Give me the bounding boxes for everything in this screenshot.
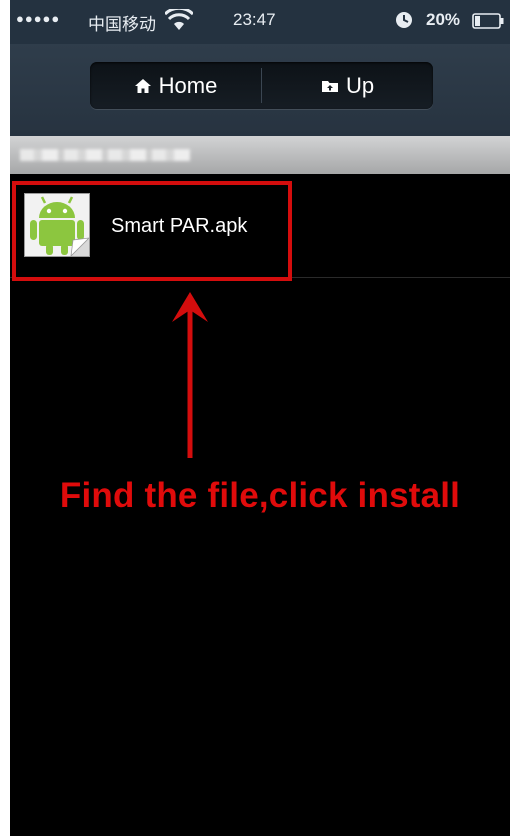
toolbar-button-group: Home Up [90,62,433,109]
navigation-toolbar: Home Up [10,44,510,136]
path-bar [10,136,510,174]
carrier-name: 中国移动 [88,15,156,34]
arrow-up-icon [172,292,208,458]
battery-percentage: 20% [426,10,461,29]
wifi-icon [165,9,193,30]
phone-screen: ●●●●● 中国移动 23:47 20% Home Up Smart PAR.a… [10,0,510,836]
home-icon [134,78,151,93]
up-button[interactable]: Up [262,62,433,109]
home-button[interactable]: Home [90,62,261,109]
status-time: 23:47 [233,10,276,29]
up-button-label: Up [345,72,375,98]
battery-icon [472,13,504,29]
blurred-path [20,149,190,161]
highlight-box [12,181,292,281]
home-button-label: Home [158,72,218,98]
instruction-text: Find the file,click install [59,476,461,515]
status-bar: ●●●●● 中国移动 23:47 20% [10,0,510,44]
signal-strength: ●●●●● [16,11,61,26]
folder-up-icon [321,80,338,92]
alarm-icon [396,12,412,28]
